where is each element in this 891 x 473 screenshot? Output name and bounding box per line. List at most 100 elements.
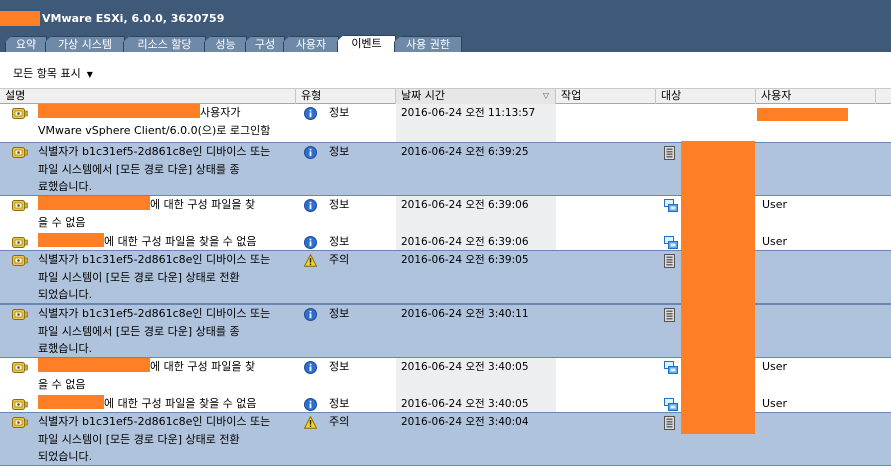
event-datetime: 2016-06-24 오전 6:39:05	[401, 254, 529, 266]
host-icon	[664, 146, 675, 160]
table-row[interactable]: 에 대한 구성 파일을 찾을 수 없음 정보 2016-06-24 오전 6:39:…	[0, 233, 891, 250]
info-icon	[304, 398, 317, 411]
event-type: 주의	[329, 253, 350, 266]
description-line: 식별자가 b1c31ef5-2d861c8e인 디바이스 또는	[38, 145, 271, 158]
column-header-type[interactable]: 유형	[296, 89, 396, 104]
description-line: 에 대한 구성 파일을 찾	[38, 196, 294, 214]
event-description: 식별자가 b1c31ef5-2d861c8e인 디바이스 또는파일 시스템이 […	[38, 413, 294, 466]
redacted-target-names	[681, 141, 755, 434]
info-icon	[304, 107, 317, 120]
event-log-icon	[12, 254, 28, 267]
table-row[interactable]: 사용자가 VMware vSphere Client/6.0.0(으)로 로그인함…	[0, 104, 891, 142]
events-table: 사용자가 VMware vSphere Client/6.0.0(으)로 로그인함…	[0, 104, 891, 473]
tab-permissions[interactable]: 사용 권한	[394, 36, 462, 52]
title-bar: VMware ESXi, 6.0.0, 3620759	[0, 0, 891, 35]
description-line: 파일 시스템이 [모든 경로 다운] 상태로 전환	[38, 432, 240, 446]
info-icon	[304, 146, 317, 159]
description-line: VMware vSphere Client/6.0.0(으)로 로그인함	[38, 123, 271, 137]
tab-virtual-machines[interactable]: 가상 시스템	[45, 36, 125, 52]
event-type: 정보	[329, 360, 350, 373]
virtual-machine-icon	[664, 361, 678, 375]
event-description: 식별자가 b1c31ef5-2d861c8e인 디바이스 또는파일 시스템에서 …	[38, 143, 294, 196]
event-description: 식별자가 b1c31ef5-2d861c8e인 디바이스 또는 파일 시스템에서 …	[38, 305, 294, 358]
sort-descending-icon: ▽	[542, 91, 549, 100]
description-line: 되었습니다.	[38, 450, 93, 463]
table-row[interactable]: 에 대한 구성 파일을 찾을 수 없음 정보 2016-06-24 오전 3:40:…	[0, 358, 891, 395]
event-datetime: 2016-06-24 오전 11:13:57	[401, 107, 536, 119]
description-line: 되었습니다.	[38, 288, 93, 301]
event-datetime: 2016-06-24 오전 3:40:11	[401, 308, 529, 320]
event-log-icon	[12, 308, 28, 321]
virtual-machine-icon	[664, 199, 678, 213]
description-line: 식별자가 b1c31ef5-2d861c8e인 디바이스 또는	[38, 415, 271, 428]
event-user: User	[762, 235, 788, 248]
description-line: 파일 시스템이 [모든 경로 다운] 상태로 전환	[38, 270, 240, 284]
column-header-user[interactable]: 사용자	[756, 89, 876, 104]
warning-icon	[303, 415, 318, 429]
redacted-name	[38, 104, 200, 118]
column-header-task[interactable]: 작업	[556, 89, 656, 104]
table-row[interactable]: 식별자가 b1c31ef5-2d861c8e인 디바이스 또는파일 시스템이 […	[0, 250, 891, 304]
redacted-host-name	[0, 11, 40, 26]
event-description: 에 대한 구성 파일을 찾을 수 없음	[38, 395, 294, 413]
event-type: 정보	[329, 235, 350, 248]
window-title: VMware ESXi, 6.0.0, 3620759	[42, 12, 225, 25]
tab-users[interactable]: 사용자	[283, 36, 339, 52]
redacted-user-name	[757, 108, 848, 121]
description-line: 을 수 없음	[38, 377, 86, 391]
table-row[interactable]: 에 대한 구성 파일을 찾을 수 없음 정보 2016-06-24 오전 6:39:…	[0, 196, 891, 233]
description-line: 을 수 없음	[38, 215, 86, 229]
view-filter-label: 모든 항목 표시	[13, 67, 81, 80]
table-row[interactable]: 식별자가 b1c31ef5-2d861c8e인 디바이스 또는파일 시스템이 […	[0, 412, 891, 466]
info-icon	[304, 361, 317, 374]
description-line: 에 대한 구성 파일을 찾을 수 없음	[38, 233, 294, 251]
column-header-target[interactable]: 대상	[656, 89, 756, 104]
event-user: User	[762, 198, 788, 211]
description-line: 파일 시스템에서 [모든 경로 다운] 상태를 종	[38, 162, 240, 176]
tab-performance[interactable]: 성능	[204, 36, 247, 52]
event-datetime: 2016-06-24 오전 6:39:06	[401, 199, 529, 211]
info-icon	[304, 199, 317, 212]
event-description: 에 대한 구성 파일을 찾을 수 없음	[38, 233, 294, 251]
table-row[interactable]: 식별자가 b1c31ef5-2d861c8e인 디바이스 또는파일 시스템에서 …	[0, 142, 891, 196]
event-type: 정보	[329, 307, 350, 320]
event-user: User	[762, 397, 788, 410]
event-log-icon	[12, 199, 28, 212]
column-header-description[interactable]: 설명	[0, 89, 296, 104]
description-line: 식별자가 b1c31ef5-2d861c8e인 디바이스 또는	[38, 253, 271, 266]
event-datetime: 2016-06-24 오전 6:39:25	[401, 146, 529, 158]
event-type: 정보	[329, 106, 350, 119]
host-icon	[664, 308, 675, 322]
event-type: 정보	[329, 397, 350, 410]
event-description: 사용자가 VMware vSphere Client/6.0.0(으)로 로그인함	[38, 104, 294, 139]
tab-events[interactable]: 이벤트	[337, 35, 396, 52]
tab-resource-allocation[interactable]: 리소스 할당	[123, 36, 206, 52]
tab-summary[interactable]: 요약	[5, 36, 47, 52]
event-type: 정보	[329, 145, 350, 158]
description-line: 사용자가	[38, 104, 294, 122]
column-header-datetime[interactable]: 날짜 시간 ▽	[396, 89, 556, 104]
chevron-down-icon: ▼	[86, 70, 93, 79]
virtual-machine-icon	[664, 398, 678, 412]
event-description: 에 대한 구성 파일을 찾을 수 없음	[38, 196, 294, 231]
tab-configuration[interactable]: 구성	[245, 36, 285, 52]
event-log-icon	[12, 416, 28, 429]
event-datetime: 2016-06-24 오전 3:40:05	[401, 361, 529, 373]
redacted-name	[38, 233, 104, 247]
warning-icon	[303, 253, 318, 267]
redacted-name	[38, 358, 150, 372]
event-user: User	[762, 360, 788, 373]
description-line: 료했습니다.	[38, 180, 93, 193]
description-line: 파일 시스템에서 [모든 경로 다운] 상태를 종	[38, 324, 240, 338]
table-row[interactable]: 에 대한 구성 파일을 찾을 수 없음 정보 2016-06-24 오전 3:40:…	[0, 395, 891, 412]
column-header-filler	[876, 89, 891, 104]
view-filter-dropdown[interactable]: 모든 항목 표시 ▼	[13, 65, 93, 81]
event-description: 에 대한 구성 파일을 찾을 수 없음	[38, 358, 294, 393]
info-icon	[304, 236, 317, 249]
events-table-header: 설명 유형 날짜 시간 ▽ 작업 대상 사용자	[0, 88, 891, 104]
event-description: 식별자가 b1c31ef5-2d861c8e인 디바이스 또는파일 시스템이 […	[38, 251, 294, 304]
table-row[interactable]: 식별자가 b1c31ef5-2d861c8e인 디바이스 또는 파일 시스템에서 …	[0, 304, 891, 358]
event-log-icon	[12, 361, 28, 374]
event-log-icon	[12, 107, 28, 120]
event-datetime: 2016-06-24 오전 3:40:04	[401, 416, 529, 428]
